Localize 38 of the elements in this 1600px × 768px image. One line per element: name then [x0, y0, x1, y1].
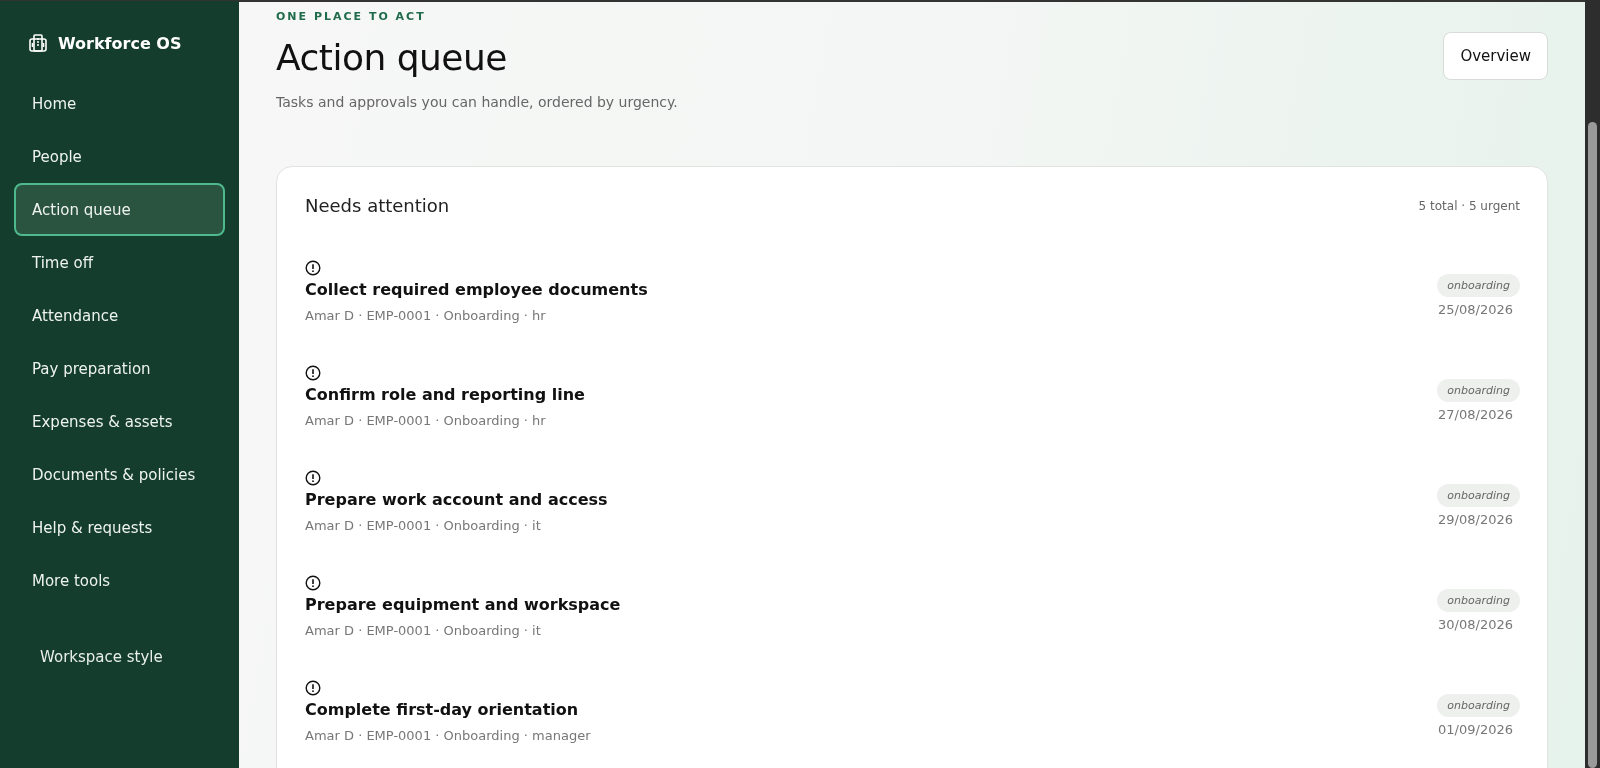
task-details: Amar D · EMP-0001 · Onboarding · manager	[305, 728, 591, 743]
task-title[interactable]: Prepare work account and access	[305, 490, 608, 509]
nav-item[interactable]: Action queue	[14, 183, 225, 236]
nav-item[interactable]: Time off	[14, 236, 225, 289]
nav-item[interactable]: More tools	[14, 554, 225, 607]
page-title: Action queue	[276, 37, 508, 78]
nav-item[interactable]: Attendance	[14, 289, 225, 342]
nav-item[interactable]: Pay preparation	[14, 342, 225, 395]
task-title[interactable]: Complete first-day orientation	[305, 700, 591, 719]
nav-item[interactable]: Expenses & assets	[14, 395, 225, 448]
task-title[interactable]: Confirm role and reporting line	[305, 385, 585, 404]
category-tag: onboarding	[1437, 379, 1520, 402]
nav-item[interactable]: Home	[14, 77, 225, 130]
task-details: Amar D · EMP-0001 · Onboarding · it	[305, 518, 542, 533]
task-title[interactable]: Collect required employee documents	[305, 280, 648, 299]
nav-item[interactable]: People	[14, 130, 225, 183]
category-tag: onboarding	[1437, 484, 1520, 507]
due-date: 25/08/2026	[1438, 302, 1513, 317]
category-tag: onboarding	[1437, 274, 1520, 297]
task-details: Amar D · EMP-0001 · Onboarding · hr	[305, 308, 547, 323]
due-date: 27/08/2026	[1438, 407, 1513, 422]
due-date: 30/08/2026	[1438, 617, 1513, 632]
item-count: 5 total · 5 urgent	[1418, 198, 1520, 213]
task-details: Amar D · EMP-0001 · Onboarding · it	[305, 623, 542, 638]
overview-button[interactable]: Overview	[1443, 32, 1548, 80]
due-date: 01/09/2026	[1438, 722, 1513, 737]
category-tag: onboarding	[1437, 694, 1520, 717]
workspace-style-link[interactable]: Workspace style	[40, 642, 163, 672]
task-title[interactable]: Prepare equipment and workspace	[305, 595, 621, 614]
page-subtitle: Tasks and approvals you can handle, ordered by urgency.	[276, 94, 678, 110]
category-tag: onboarding	[1437, 589, 1520, 612]
nav-item[interactable]: Documents & policies	[14, 448, 225, 501]
eyebrow-label: ONE PLACE TO ACT	[276, 10, 427, 23]
due-date: 29/08/2026	[1438, 512, 1513, 527]
card-title: Needs attention	[305, 195, 450, 216]
task-details: Amar D · EMP-0001 · Onboarding · hr	[305, 413, 547, 428]
brand-name: Workforce OS	[58, 33, 182, 53]
nav-item[interactable]: Help & requests	[14, 501, 225, 554]
